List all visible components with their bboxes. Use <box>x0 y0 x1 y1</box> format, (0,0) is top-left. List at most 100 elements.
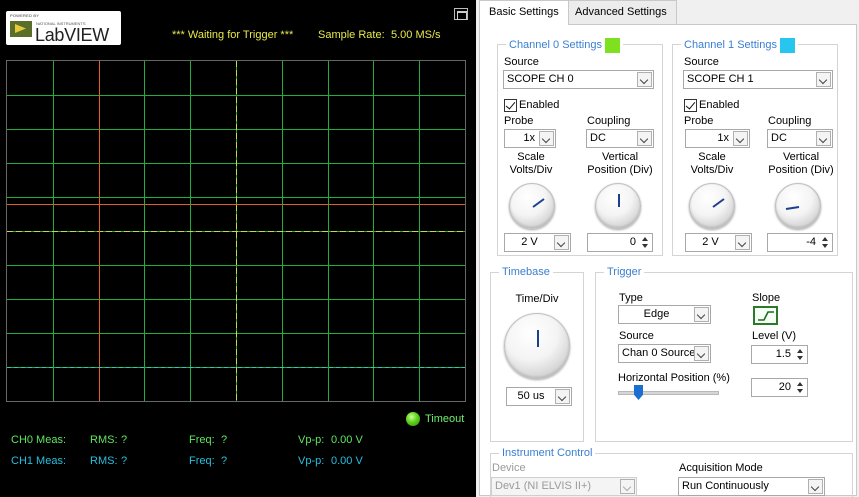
trigger-level-numeric[interactable]: 1.5 <box>751 345 808 364</box>
chevron-down-icon[interactable] <box>816 131 831 146</box>
device-label: Device <box>492 462 526 474</box>
ch1-scale-value: 2 V <box>702 236 719 248</box>
tab-advanced-settings[interactable]: Advanced Settings <box>565 0 677 24</box>
ch1-meas-label: CH1 Meas: <box>11 455 67 467</box>
ch1-scale-label-2: Volts/Div <box>690 164 734 176</box>
chevron-down-icon[interactable] <box>694 346 709 361</box>
ch1-vpos-knob[interactable] <box>775 183 821 229</box>
ch0-scale-select[interactable]: 2 V <box>504 233 571 252</box>
ch1-probe-label: Probe <box>684 115 714 127</box>
chevron-down-icon[interactable] <box>735 235 750 250</box>
ch0-scale-label-2: Volts/Div <box>509 164 553 176</box>
chevron-down-icon[interactable] <box>733 131 748 146</box>
spinner-icon[interactable] <box>819 235 831 250</box>
ch0-coupling-label: Coupling <box>587 115 631 127</box>
ch0-vpp-label: Vp-p: <box>298 434 325 446</box>
ch1-coupling-select[interactable]: DC <box>767 129 833 148</box>
ch0-vpos-numeric[interactable]: 0 <box>587 233 653 252</box>
chevron-down-icon[interactable] <box>637 72 652 87</box>
ch1-rms-label: RMS: <box>90 455 118 467</box>
ch1-vpos-label-1: Vertical <box>782 151 820 163</box>
ni-logo-icon <box>10 21 32 37</box>
timebase-knob[interactable] <box>504 313 570 379</box>
chevron-down-icon[interactable] <box>539 131 554 146</box>
sample-rate-label: Sample Rate: <box>318 29 385 41</box>
channel1-title: Channel 1 Settings <box>681 38 798 53</box>
ch1-coupling-value: DC <box>771 132 787 144</box>
rising-slope-button[interactable] <box>753 306 778 325</box>
acquisition-mode-select[interactable]: Run Continuously <box>678 477 825 496</box>
ch1-vpos-value: -4 <box>806 236 816 248</box>
trigger-level-value: 1.5 <box>775 348 791 360</box>
window-toggle-icon[interactable] <box>454 8 468 20</box>
chevron-down-icon[interactable] <box>555 389 570 404</box>
spinner-icon[interactable] <box>794 347 806 362</box>
timebase-select[interactable]: 50 us <box>506 387 572 406</box>
logo-labview-text: LabVIEW <box>35 25 109 45</box>
ch1-enabled-checkbox[interactable] <box>684 99 697 112</box>
labview-logo: POWERED BY NATIONAL INSTRUMENTS LabVIEW <box>6 11 121 45</box>
ch1-vpp-value: 0.00 V <box>331 455 363 467</box>
timeout-label: Timeout <box>425 413 465 425</box>
chevron-down-icon[interactable] <box>808 479 823 494</box>
chevron-down-icon[interactable] <box>620 479 635 494</box>
trigger-status: *** Waiting for Trigger *** <box>172 29 294 41</box>
logo-powered-text: POWERED BY <box>10 13 40 18</box>
ch1-coupling-label: Coupling <box>768 115 812 127</box>
ch0-source-select[interactable]: SCOPE CH 0 <box>503 70 654 89</box>
trigger-type-value: Edge <box>643 308 670 320</box>
trigger-source-label: Source <box>619 330 654 342</box>
ch0-rms-label: RMS: <box>90 434 118 446</box>
chevron-down-icon[interactable] <box>816 72 831 87</box>
ch1-scale-label-1: Scale <box>698 151 726 163</box>
ch0-source-label: Source <box>504 56 539 68</box>
ch1-source-label: Source <box>684 56 719 68</box>
ch1-vpos-label-2: Position (Div) <box>768 164 834 176</box>
acquisition-mode-value: Run Continuously <box>682 480 769 492</box>
tab-basic-settings[interactable]: Basic Settings <box>479 0 569 25</box>
ch0-enabled-checkbox[interactable] <box>504 99 517 112</box>
trigger-hpos-label: Horizontal Position (%) <box>618 372 730 384</box>
channel0-color-swatch <box>604 38 620 53</box>
channel1-group: Channel 1 Settings Source SCOPE CH 1 Ena… <box>672 38 838 256</box>
trigger-source-select[interactable]: Chan 0 Source <box>618 344 711 363</box>
ch0-probe-label: Probe <box>504 115 534 127</box>
trigger-type-select[interactable]: Edge <box>618 305 711 324</box>
ch0-probe-select[interactable]: 1x <box>504 129 556 148</box>
ch1-scale-select[interactable]: 2 V <box>685 233 752 252</box>
ch0-coupling-select[interactable]: DC <box>586 129 654 148</box>
ch0-freq-label: Freq: <box>189 434 215 446</box>
basic-settings-body: Channel 0 Settings Source SCOPE CH 0 Ena… <box>479 24 857 497</box>
trigger-source-value: Chan 0 Source <box>622 347 696 359</box>
ch1-scale-knob[interactable] <box>689 183 735 229</box>
ch0-vpos-knob[interactable] <box>595 183 641 229</box>
ch1-source-select[interactable]: SCOPE CH 1 <box>683 70 833 89</box>
ch0-scale-knob[interactable] <box>509 183 555 229</box>
trigger-hpos-numeric[interactable]: 20 <box>751 378 808 397</box>
ch0-freq-value: ? <box>221 434 228 446</box>
timebase-label: Time/Div <box>515 293 559 305</box>
ch0-coupling-value: DC <box>590 132 606 144</box>
channel0-title-text: Channel 0 Settings <box>509 39 602 51</box>
ch0-probe-value: 1x <box>523 132 535 144</box>
hpos-slider-track[interactable] <box>618 391 719 395</box>
hpos-slider-thumb[interactable] <box>634 385 643 400</box>
device-select[interactable]: Dev1 (NI ELVIS II+) <box>491 477 637 496</box>
ch0-enabled-label: Enabled <box>519 99 560 111</box>
trigger-slope-label: Slope <box>752 292 781 304</box>
ch0-vpos-value: 0 <box>629 236 636 248</box>
spinner-icon[interactable] <box>639 235 651 250</box>
chevron-down-icon[interactable] <box>637 131 652 146</box>
ch1-vpos-numeric[interactable]: -4 <box>767 233 833 252</box>
ch0-scale-value: 2 V <box>521 236 538 248</box>
ch1-probe-value: 1x <box>717 132 729 144</box>
ch1-rms-value: ? <box>121 455 128 467</box>
timeout-led-icon <box>406 412 420 426</box>
timebase-group: Timebase Time/Div 50 us <box>490 266 584 442</box>
chevron-down-icon[interactable] <box>694 307 709 322</box>
chevron-down-icon[interactable] <box>554 235 569 250</box>
spinner-icon[interactable] <box>794 380 806 395</box>
ch1-probe-select[interactable]: 1x <box>685 129 750 148</box>
ch1-freq-label: Freq: <box>189 455 215 467</box>
ch1-source-value: SCOPE CH 1 <box>687 73 754 85</box>
